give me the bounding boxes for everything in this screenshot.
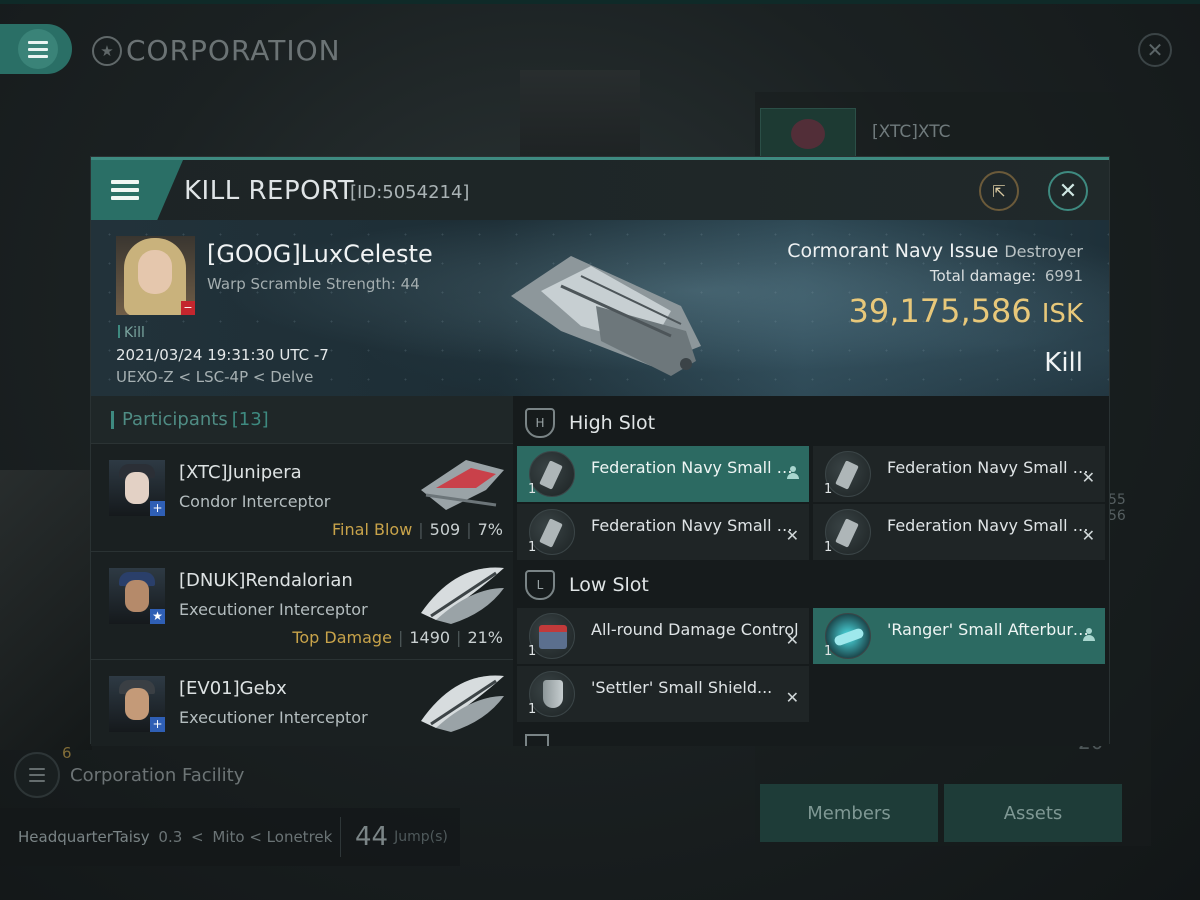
hamburger-icon <box>111 180 139 200</box>
participant-avatar[interactable]: + <box>109 676 165 732</box>
user-icon <box>787 466 799 480</box>
high-slot-icon: H <box>525 408 555 438</box>
module-slot[interactable]: 1 'Settler' Small Shield... ✕ <box>517 666 809 722</box>
facility-label: Corporation Facility <box>70 764 245 786</box>
isk-value: 39,175,586 ISK <box>848 292 1083 330</box>
participants-header: Participants [13] <box>91 396 513 444</box>
module-slot[interactable]: 1 Federation Navy Small Rifle... ✕ <box>813 504 1105 560</box>
participant-row[interactable]: ★ [DNUK]Rendalorian Executioner Intercep… <box>91 552 513 660</box>
destroyed-x-icon: ✕ <box>1081 468 1095 487</box>
module-slot[interactable]: 1 Federation Navy Small Rifle... <box>517 446 809 502</box>
destroyed-x-icon: ✕ <box>1081 526 1095 545</box>
main-menu-button[interactable] <box>0 24 72 74</box>
destroyed-x-icon: ✕ <box>785 630 799 649</box>
participant-ship-image <box>421 460 504 510</box>
warp-scramble-strength: Warp Scramble Strength: 44 <box>207 275 420 293</box>
station-render <box>520 70 640 160</box>
facility-count: 6 <box>62 744 72 762</box>
low-slot-header: L Low Slot <box>513 562 649 608</box>
kill-tag: Kill <box>118 325 145 341</box>
high-slot-header: H High Slot <box>513 400 655 446</box>
next-slot-icon <box>525 734 549 746</box>
assets-button[interactable]: Assets <box>944 784 1122 842</box>
low-slot-icon: L <box>525 570 555 600</box>
participant-stats: Final Blow | 509 | 7% <box>332 520 503 539</box>
victim-name[interactable]: [GOOG]LuxCeleste <box>207 240 433 268</box>
headquarter-location: HeadquarterTaisy 0.3 < Mito < Lonetrek <box>18 828 333 846</box>
ship-name[interactable]: Cormorant Navy Issue Destroyer <box>787 240 1083 262</box>
destroyed-x-icon: ✕ <box>785 526 799 545</box>
module-slot[interactable]: 1 'Ranger' Small Afterburner <box>813 608 1105 664</box>
module-slot[interactable]: 1 Federation Navy Small Rifle... ✕ <box>813 446 1105 502</box>
participant-row[interactable]: + [XTC]Junipera Condor Interceptor Final… <box>91 444 513 552</box>
kill-datetime: 2021/03/24 19:31:30 UTC -7 <box>116 346 329 364</box>
participant-avatar[interactable]: + <box>109 460 165 516</box>
hostile-standing-icon: − <box>181 301 195 315</box>
destroyed-ship-image <box>511 256 701 376</box>
kill-report-window: KILL REPORT [ID:5054214] ⇱ ✕ − [GOOG]Lux… <box>91 157 1109 746</box>
kill-report-title: KILL REPORT <box>184 176 355 206</box>
corp-name: [XTC]XTC <box>872 122 951 142</box>
hamburger-icon <box>28 40 48 58</box>
user-icon <box>1083 628 1095 642</box>
participants-list[interactable]: Participants [13] + [XTC]Junipera Condor … <box>91 396 513 746</box>
corporation-facility-button[interactable]: 6 Corporation Facility <box>14 744 245 798</box>
module-slot[interactable]: 1 All-round Damage Control ✕ <box>517 608 809 664</box>
close-icon[interactable]: ✕ <box>1048 171 1088 211</box>
kill-location[interactable]: UEXO-Z < LSC-4P < Delve <box>116 368 313 386</box>
star-standing-icon: ★ <box>150 609 165 624</box>
page-title: ★ CORPORATION <box>92 34 341 67</box>
members-button[interactable]: Members <box>760 784 938 842</box>
corporation-close-icon[interactable]: ✕ <box>1138 33 1172 67</box>
victim-avatar[interactable]: − <box>116 236 195 315</box>
corp-logo <box>760 108 856 158</box>
station-structure <box>0 470 92 750</box>
jump-count: 44 Jump(s) <box>340 817 448 857</box>
participant-ship-image <box>421 567 504 624</box>
headquarter-bar[interactable]: HeadquarterTaisy 0.3 < Mito < Lonetrek 4… <box>0 808 460 866</box>
victim-banner: − [GOOG]LuxCeleste Warp Scramble Strengt… <box>91 220 1109 396</box>
facility-menu-icon <box>29 768 45 782</box>
corporation-star-icon: ★ <box>92 35 122 66</box>
participant-avatar[interactable]: ★ <box>109 568 165 624</box>
friendly-standing-icon: + <box>150 717 165 732</box>
participant-stats: Top Damage | 1490 | 21% <box>292 628 503 647</box>
fitting-panel: H High Slot 1 Federation Navy Small Rifl… <box>513 396 1109 746</box>
kill-report-id: [ID:5054214] <box>350 182 470 203</box>
total-damage: Total damage: 6991 <box>929 267 1083 285</box>
kill-result: Kill <box>1044 348 1083 378</box>
participant-row[interactable]: + [EV01]Gebx Executioner Interceptor <box>91 660 513 746</box>
destroyed-x-icon: ✕ <box>785 688 799 707</box>
participant-ship-image <box>421 675 504 732</box>
kill-report-header: KILL REPORT [ID:5054214] ⇱ ✕ <box>91 160 1109 220</box>
kill-report-menu-button[interactable] <box>91 160 183 220</box>
side-numbers: 55 56 <box>1108 492 1126 524</box>
module-slot[interactable]: 1 Federation Navy Small Rifle... ✕ <box>517 504 809 560</box>
share-icon[interactable]: ⇱ <box>979 171 1019 211</box>
top-bar <box>0 0 1200 4</box>
friendly-standing-icon: + <box>150 501 165 516</box>
